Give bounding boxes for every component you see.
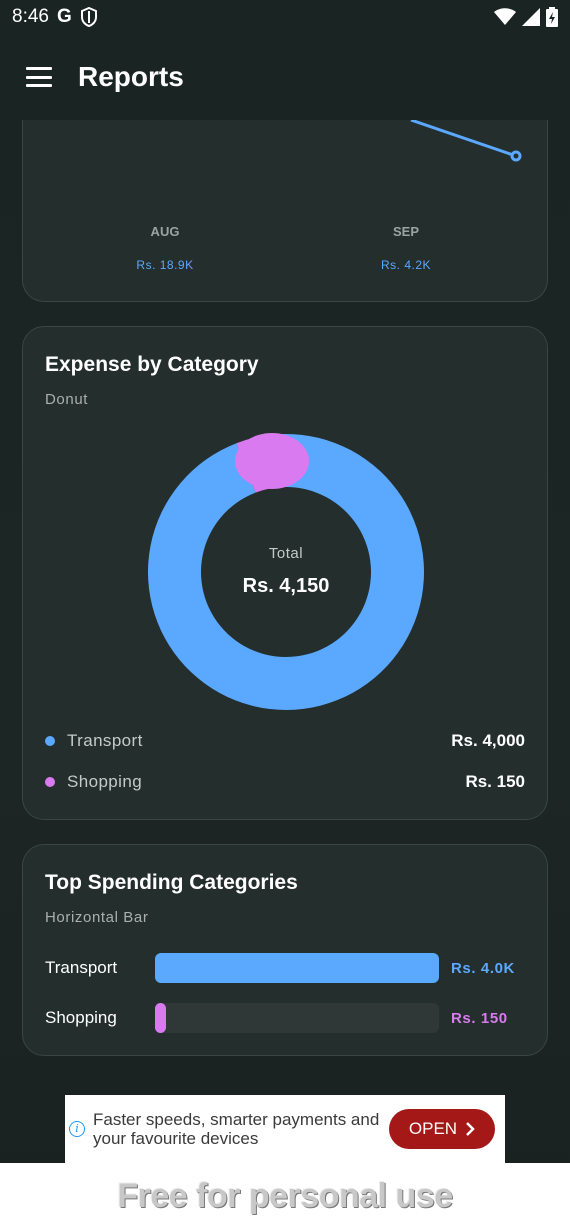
donut-slice-cap-shopping	[235, 433, 309, 489]
legend-value: Rs. 150	[465, 772, 525, 791]
x-tick-label-aug: AUG	[150, 224, 180, 239]
legend-label: Transport	[67, 731, 143, 750]
battery-icon	[546, 7, 558, 27]
chevron-right-icon	[466, 1122, 475, 1136]
bar-row-shopping: Shopping Rs. 150	[45, 1003, 527, 1033]
ad-open-label: OPEN	[408, 1119, 458, 1138]
page-title: Reports	[78, 61, 184, 92]
google-icon: G	[56, 6, 72, 27]
bar-value-label: Rs. 150	[451, 1009, 508, 1027]
menu-icon[interactable]	[26, 67, 52, 87]
x-tick-label-sep: SEP	[392, 224, 420, 239]
legend-item-shopping: Shopping Rs. 150	[45, 772, 525, 792]
card-title: Top Spending Categories	[45, 871, 298, 894]
trend-line-segment	[410, 120, 517, 158]
bar-shopping	[155, 1003, 166, 1033]
footer-text: Free for personal use	[117, 1177, 453, 1215]
ad-banner[interactable]: i Faster speeds, smarter payments and yo…	[65, 1095, 505, 1163]
status-time: 8:46	[12, 6, 49, 27]
card-subtitle: Horizontal Bar	[45, 909, 149, 926]
data-point-sep	[510, 150, 522, 162]
data-label-aug: Rs. 18.9K	[136, 258, 194, 272]
legend-dot	[45, 777, 55, 787]
ad-open-button[interactable]: OPEN	[389, 1109, 495, 1149]
donut-center-label: Total	[268, 545, 304, 562]
bar-track	[155, 953, 439, 983]
legend-label: Shopping	[67, 772, 143, 791]
expense-by-category-card: Expense by Category Donut Total Rs. 4,15…	[22, 326, 548, 820]
shield-icon	[80, 7, 97, 27]
card-subtitle: Donut	[45, 391, 89, 408]
ad-text: Faster speeds, smarter payments and your…	[93, 1110, 380, 1148]
card-title: Expense by Category	[45, 353, 259, 376]
app-bar: Reports	[0, 34, 570, 120]
bar-track	[155, 1003, 439, 1033]
legend-item-transport: Transport Rs. 4,000	[45, 731, 525, 751]
wifi-icon	[494, 8, 516, 25]
bar-transport	[155, 953, 439, 983]
bar-label: Shopping	[45, 1008, 117, 1027]
legend-value: Rs. 4,000	[451, 731, 525, 750]
status-bar: 8:46 G	[0, 0, 570, 34]
donut-center-value: Rs. 4,150	[242, 575, 330, 597]
monthly-trend-card: AUG SEP Rs. 18.9K Rs. 4.2K	[22, 120, 548, 302]
info-icon[interactable]: i	[69, 1121, 85, 1137]
top-spending-card: Top Spending Categories Horizontal Bar T…	[22, 844, 548, 1056]
monthly-line-chart	[410, 120, 522, 162]
bar-row-transport: Transport Rs. 4.0K	[45, 953, 527, 983]
bar-value-label: Rs. 4.0K	[451, 959, 515, 977]
bar-label: Transport	[45, 958, 118, 977]
data-label-sep: Rs. 4.2K	[380, 258, 432, 272]
signal-icon	[522, 8, 540, 26]
legend-dot	[45, 736, 55, 746]
footer-watermark: Free for personal use	[0, 1163, 570, 1230]
